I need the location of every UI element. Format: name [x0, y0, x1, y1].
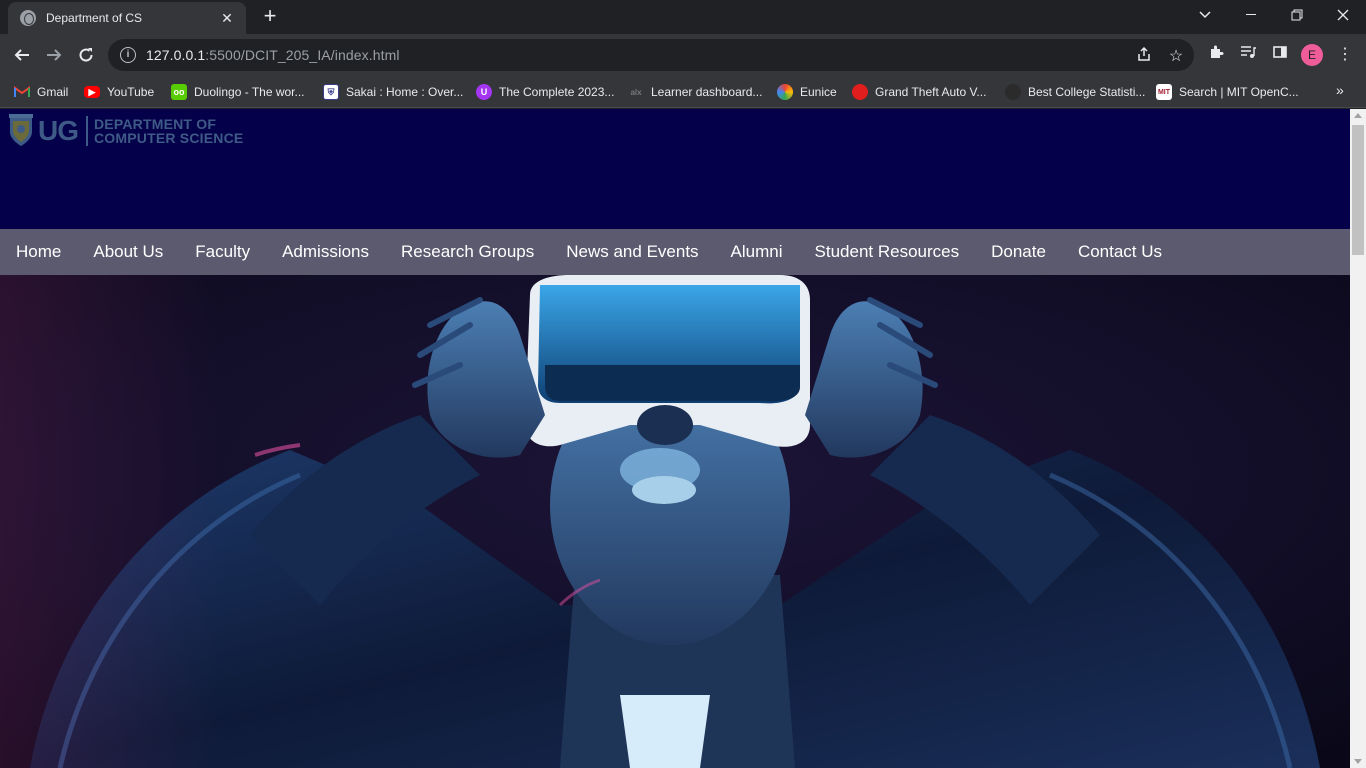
nav-alumni[interactable]: Alumni — [731, 242, 783, 262]
nav-home[interactable]: Home — [16, 242, 61, 262]
bookmark-mit-ocw[interactable]: MIT Search | MIT OpenC... — [1156, 82, 1299, 102]
hero-image-vr-headset — [0, 275, 1350, 768]
mit-icon: MIT — [1156, 84, 1172, 100]
nav-donate[interactable]: Donate — [991, 242, 1046, 262]
reload-button[interactable] — [71, 40, 101, 70]
scroll-thumb[interactable] — [1352, 125, 1364, 255]
menu-kebab-icon[interactable]: ⋮ — [1334, 44, 1356, 66]
bookmark-duolingo[interactable]: oo Duolingo - The wor... — [171, 82, 305, 102]
side-panel-icon[interactable] — [1269, 44, 1291, 66]
bookmark-label: Eunice — [800, 85, 837, 99]
tab-title: Department of CS — [46, 11, 143, 25]
alx-icon: alx — [630, 87, 642, 97]
profile-avatar[interactable]: E — [1301, 44, 1323, 66]
site-header: UG DEPARTMENT OF COMPUTER SCIENCE — [0, 109, 1350, 229]
restore-button[interactable] — [1274, 0, 1320, 30]
duolingo-icon: oo — [171, 84, 187, 100]
bookmark-label: Grand Theft Auto V... — [875, 85, 987, 99]
bookmark-label: Search | MIT OpenC... — [1179, 85, 1299, 99]
site-info-icon[interactable]: i — [120, 47, 136, 63]
nav-student-resources[interactable]: Student Resources — [815, 242, 960, 262]
new-tab-button[interactable]: + — [258, 4, 282, 28]
logo-line-2: COMPUTER SCIENCE — [94, 130, 244, 146]
nav-admissions[interactable]: Admissions — [282, 242, 369, 262]
colorful-swirl-icon — [777, 84, 793, 100]
page-scrollbar[interactable] — [1350, 109, 1366, 768]
stats-icon — [1005, 84, 1021, 100]
url-host: 127.0.0.1 — [146, 47, 206, 63]
bookmark-college-stats[interactable]: Best College Statisti... — [1005, 82, 1145, 102]
nav-faculty[interactable]: Faculty — [195, 242, 250, 262]
nav-research-groups[interactable]: Research Groups — [401, 242, 534, 262]
gmail-icon — [14, 84, 30, 100]
close-window-button[interactable] — [1320, 0, 1366, 30]
sakai-icon: ⛨ — [323, 84, 339, 100]
bookmark-sakai[interactable]: ⛨ Sakai : Home : Over... — [323, 82, 463, 102]
bookmark-eunice[interactable]: Eunice — [777, 82, 837, 102]
bookmark-gta[interactable]: Grand Theft Auto V... — [852, 82, 986, 102]
bookmark-learner-dashboard[interactable]: alx Learner dashboard... — [628, 82, 762, 102]
logo-department-text: DEPARTMENT OF COMPUTER SCIENCE — [94, 117, 243, 145]
globe-icon — [20, 10, 36, 26]
page-viewport: UG DEPARTMENT OF COMPUTER SCIENCE Home A… — [0, 109, 1350, 768]
ug-crest-icon — [9, 114, 33, 146]
bookmark-gmail[interactable]: Gmail — [14, 82, 68, 102]
bookmark-label: Best College Statisti... — [1028, 85, 1146, 99]
browser-toolbar: i 127.0.0.1:5500/DCIT_205_IA/index.html … — [0, 34, 1366, 76]
minimize-button[interactable] — [1228, 0, 1274, 30]
bookmark-label: Sakai : Home : Over... — [346, 85, 464, 99]
nav-news-and-events[interactable]: News and Events — [566, 242, 698, 262]
bookmark-label: The Complete 2023... — [499, 85, 615, 99]
nav-contact-us[interactable]: Contact Us — [1078, 242, 1162, 262]
game-icon — [852, 84, 868, 100]
bookmarks-bar: Gmail ▶ YouTube oo Duolingo - The wor...… — [0, 76, 1366, 108]
back-button[interactable] — [7, 40, 37, 70]
bookmark-udemy[interactable]: U The Complete 2023... — [476, 82, 614, 102]
more-bookmarks-icon[interactable]: » — [1336, 82, 1344, 98]
bookmark-label: Duolingo - The wor... — [194, 85, 305, 99]
close-tab-icon[interactable]: ✕ — [218, 9, 236, 27]
youtube-icon: ▶ — [84, 86, 100, 98]
scroll-down-arrow-icon[interactable] — [1354, 759, 1362, 764]
active-tab[interactable]: Department of CS ✕ — [8, 2, 246, 34]
bookmark-label: Gmail — [37, 85, 69, 99]
bookmark-label: YouTube — [107, 85, 155, 99]
main-navigation: Home About Us Faculty Admissions Researc… — [0, 229, 1350, 275]
bookmark-star-icon[interactable]: ☆ — [1165, 46, 1187, 68]
logo-divider — [86, 116, 88, 146]
tab-strip: Department of CS ✕ + — [0, 0, 1366, 34]
scroll-up-arrow-icon[interactable] — [1354, 113, 1362, 118]
url-text: 127.0.0.1:5500/DCIT_205_IA/index.html — [146, 47, 400, 63]
udemy-icon: U — [476, 84, 492, 100]
extensions-icon[interactable] — [1205, 44, 1227, 66]
logo-ug-text: UG — [38, 115, 79, 146]
bookmark-youtube[interactable]: ▶ YouTube — [84, 82, 154, 102]
nav-about-us[interactable]: About Us — [93, 242, 163, 262]
bookmark-label: Learner dashboard... — [651, 85, 763, 99]
forward-button[interactable] — [39, 40, 69, 70]
tab-search-icon[interactable] — [1182, 0, 1228, 30]
url-path: :5500/DCIT_205_IA/index.html — [205, 47, 400, 63]
address-bar[interactable]: i 127.0.0.1:5500/DCIT_205_IA/index.html … — [108, 39, 1194, 71]
share-icon[interactable] — [1133, 46, 1155, 68]
media-queue-icon[interactable] — [1237, 44, 1259, 66]
site-logo[interactable]: UG DEPARTMENT OF COMPUTER SCIENCE — [8, 113, 243, 149]
